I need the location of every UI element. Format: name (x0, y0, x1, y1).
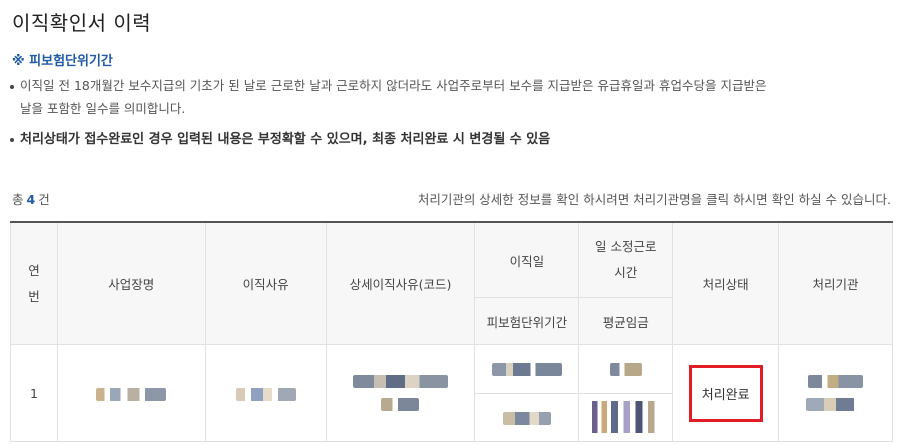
col-header-status: 처리상태 (672, 221, 780, 345)
history-table: 연번 사업장명 이직사유 상세이직사유(코드) 이직일 일 소정근로시간 처리상… (10, 221, 893, 442)
col-header-reason: 이직사유 (204, 221, 327, 345)
col-header-workplace: 사업장명 (56, 221, 206, 345)
agency-link[interactable] (805, 375, 866, 411)
redacted-avg-wage (591, 401, 660, 434)
status-badge: 처리완료 (688, 364, 763, 422)
note-insured-period: 이직일 전 18개월간 보수지급의 기초가 된 날로 근로한 날과 근로하지 않… (10, 74, 890, 120)
redacted-work-hours (609, 363, 642, 377)
redacted-agency-sub (805, 398, 866, 411)
redacted-workplace (96, 387, 167, 401)
col-header-avg-wage: 평균임금 (578, 297, 674, 345)
redacted-detail-reason (352, 375, 448, 388)
bullet-dot-icon (10, 137, 14, 142)
redacted-insured-period (502, 411, 551, 425)
col-header-work-hours: 일 소정근로시간 (578, 221, 674, 298)
col-header-insured-period: 피보험단위기간 (474, 297, 580, 345)
col-header-leave-date: 이직일 (474, 221, 580, 298)
col-header-detail-reason: 상세이직사유(코드) (325, 221, 476, 345)
agency-hint: 처리기관의 상세한 정보를 확인 하시려면 처리기관명을 클릭 하시면 확인 하… (417, 192, 891, 207)
bullet-dot-icon (10, 84, 14, 89)
page-title: 이직확인서 이력 (12, 11, 152, 35)
cell-reason (204, 344, 327, 442)
total-count: 총4건 (12, 189, 50, 208)
col-header-no: 연번 (10, 221, 58, 345)
note-line-2: 날을 포함한 일수를 의미합니다. (20, 101, 186, 116)
cell-no: 1 (10, 344, 58, 442)
note-line-1: 이직일 전 18개월간 보수지급의 기초가 된 날로 근로한 날과 근로하지 않… (20, 78, 767, 93)
cell-status: 처리완료 (672, 344, 780, 442)
table-row: 1 처리완료 (10, 344, 893, 442)
cell-avg-wage (578, 392, 674, 442)
cell-workplace (56, 344, 206, 442)
cell-work-hours (578, 344, 674, 394)
total-prefix: 총 (12, 192, 24, 207)
redacted-detail-code (381, 398, 420, 411)
section-subhead: ※ 피보험단위기간 (12, 54, 113, 69)
col-header-agency: 처리기관 (778, 221, 893, 345)
total-suffix: 건 (38, 192, 50, 207)
cell-detail-reason (325, 344, 476, 442)
note-status-warning: 처리상태가 접수완료인 경우 입력된 내용은 부정확할 수 있으며, 최종 처리… (10, 128, 890, 151)
total-number: 4 (26, 192, 36, 207)
cell-insured-period (474, 392, 580, 442)
note-status-text: 처리상태가 접수완료인 경우 입력된 내용은 부정확할 수 있으며, 최종 처리… (20, 132, 551, 147)
redacted-agency-name (808, 375, 864, 388)
cell-leave-date (474, 344, 580, 394)
redacted-reason (235, 387, 296, 401)
cell-agency[interactable] (778, 344, 893, 442)
redacted-leave-date (491, 363, 562, 377)
